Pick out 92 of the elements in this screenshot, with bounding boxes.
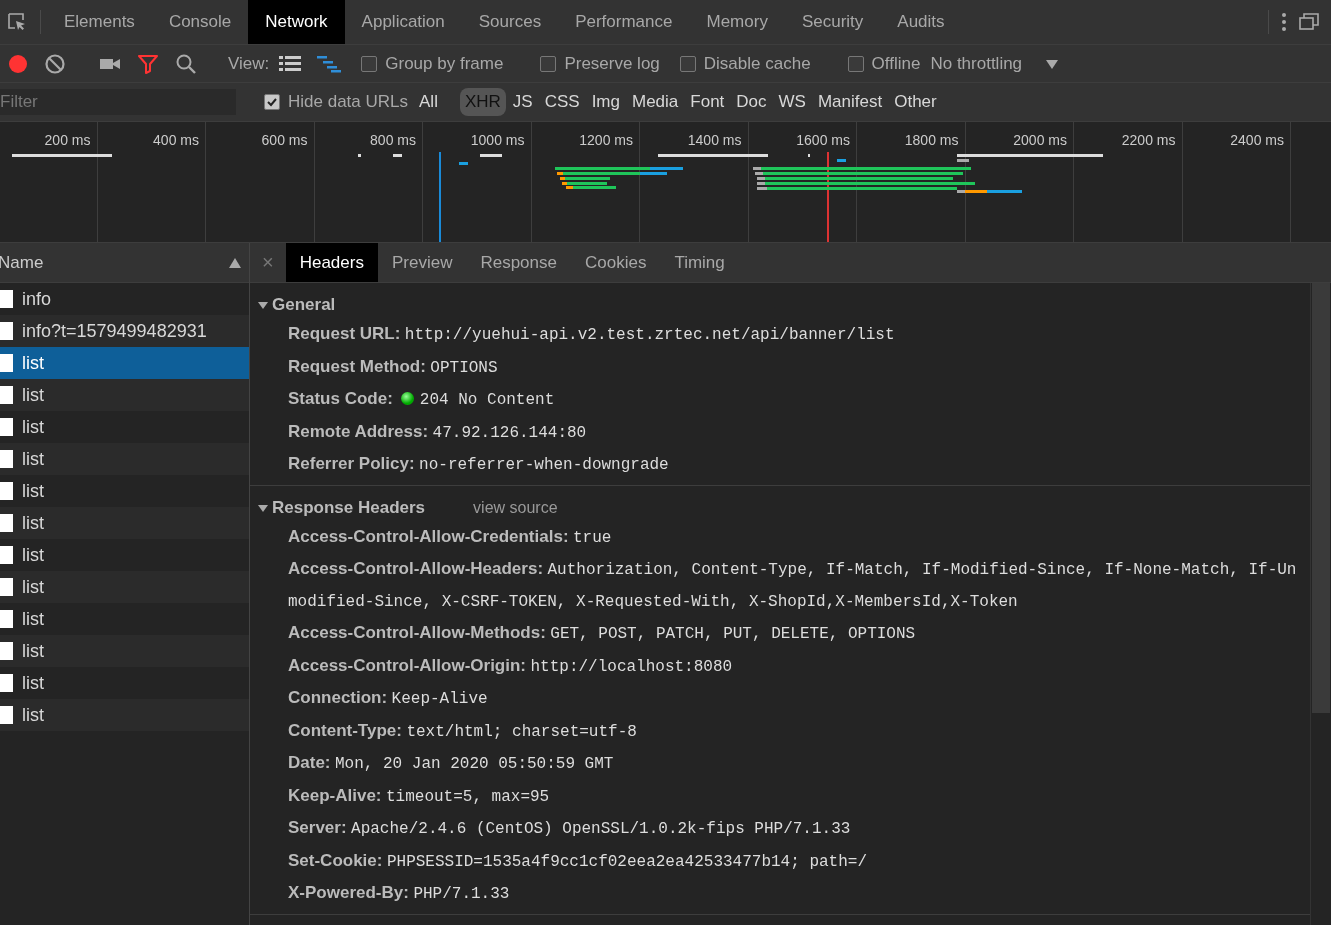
scrollbar[interactable] (1310, 283, 1331, 925)
file-icon (0, 322, 13, 340)
panel-tab[interactable]: Memory (689, 0, 785, 44)
file-icon (0, 418, 13, 436)
checkmark-icon (266, 96, 278, 108)
panel-tab[interactable]: Network (248, 0, 345, 44)
resource-type-filter[interactable]: Manifest (812, 88, 888, 116)
time-tick-label: 1200 ms (579, 132, 633, 150)
filter-field[interactable]: Filter (0, 89, 236, 115)
time-tick-label: 2400 ms (1230, 132, 1284, 150)
panel-tab[interactable]: Performance (558, 0, 690, 44)
resource-type-filter[interactable]: Doc (731, 88, 772, 116)
header-field: Keep-Alive: timeout=5, max=95 (258, 779, 1310, 812)
file-icon (0, 642, 13, 660)
time-tick-label: 600 ms (261, 132, 308, 150)
detail-tab[interactable]: Preview (377, 243, 467, 282)
header-field: Content-Type: text/html; charset=utf-8 (258, 714, 1310, 747)
expanded-triangle-icon[interactable] (258, 502, 268, 513)
time-tick-label: 2000 ms (1013, 132, 1067, 150)
time-tick-label: 1800 ms (904, 132, 959, 150)
file-icon (0, 482, 13, 500)
request-row[interactable]: list (0, 347, 249, 379)
panel-tab[interactable]: Console (151, 0, 249, 44)
resource-type-filter[interactable]: CSS (539, 88, 585, 116)
time-tick-label: 1600 ms (796, 132, 850, 150)
throttling-dropdown[interactable]: No throttling (930, 53, 1023, 74)
panel-tab[interactable]: Elements (47, 0, 152, 44)
header-field: Referrer Policy: no-referrer-when-downgrade (258, 448, 1310, 481)
expanded-triangle-icon[interactable] (258, 300, 268, 310)
header-field: X-Powered-By: PHP/7.1.33 (258, 877, 1310, 910)
resource-type-filter[interactable]: All (414, 88, 443, 116)
request-row[interactable]: list (0, 571, 249, 603)
file-icon (0, 354, 13, 372)
request-row[interactable]: list (0, 507, 249, 539)
panel-tab[interactable]: Application (344, 0, 462, 44)
request-row[interactable]: list (0, 443, 249, 475)
sort-ascending-icon[interactable] (229, 257, 241, 268)
resource-type-filter[interactable]: Media (627, 88, 684, 116)
section-title[interactable]: General (272, 295, 336, 315)
view-source-link[interactable]: view source (473, 498, 558, 517)
request-row[interactable]: list (0, 699, 249, 731)
detail-tab[interactable]: Timing (660, 243, 739, 282)
request-row[interactable]: list (0, 379, 249, 411)
time-tick-label: 1000 ms (470, 132, 525, 150)
header-field: Request URL: http://yuehui-api.v2.test.zrtec.net/api/banner/list (258, 318, 1310, 351)
time-tick-label: 400 ms (153, 132, 199, 150)
file-icon (0, 674, 13, 692)
header-field: Set-Cookie: PHPSESSID=1535a4f9cc1cf02eea2ea42533477b14; path=/ (258, 844, 1310, 877)
header-field: Request Method: OPTIONS (258, 350, 1310, 383)
panel-tab[interactable]: Audits (880, 0, 962, 44)
status-dot-icon (400, 392, 414, 405)
header-field: Connection: Keep-Alive (258, 682, 1310, 715)
file-icon (0, 514, 13, 532)
time-tick-label: 800 ms (370, 132, 416, 150)
header-field: Access-Control-Allow-Methods: GET, POST, PATCH, PUT, DELETE, OPTIONS (258, 617, 1310, 650)
header-field: Access-Control-Allow-Origin: http://localhost:8080 (258, 649, 1310, 682)
section-title[interactable]: Response Headers (272, 497, 426, 518)
option-checkbox[interactable]: Group by frame (361, 53, 504, 74)
panel-tab[interactable]: Sources (461, 0, 559, 44)
request-row[interactable]: info?t=1579499482931 (0, 315, 249, 347)
file-icon (0, 290, 13, 308)
view-label: View: (228, 53, 270, 74)
time-tick-label: 2200 ms (1121, 132, 1176, 150)
time-tick-label: 200 ms (44, 132, 91, 150)
option-checkbox[interactable]: Disable cache (679, 53, 811, 74)
detail-tab[interactable]: Cookies (571, 243, 661, 282)
file-icon (0, 610, 13, 628)
file-icon (0, 450, 13, 468)
header-field: Status Code: 204 No Content (258, 383, 1310, 416)
resource-type-filter[interactable]: Img (586, 88, 625, 116)
header-field: Date: Mon, 20 Jan 2020 05:50:59 GMT (258, 747, 1310, 780)
header-field: Access-Control-Allow-Headers: Authorization, Content-Type, If-Match, If-Modified-Since, If-None-Match, If-Unmodified-Since, X-CSRF-TOKEN, X-Requested-With, X-ShopId,X-MembersId,X-Token (258, 553, 1310, 617)
file-icon (0, 578, 13, 596)
header-field: Access-Control-Allow-Credentials: true (258, 520, 1310, 553)
panel-tab[interactable]: Security (784, 0, 881, 44)
option-checkbox[interactable]: Offline (847, 53, 921, 74)
header-field: Remote Address: 47.92.126.144:80 (258, 415, 1310, 448)
file-icon (0, 386, 13, 404)
request-row[interactable]: list (0, 635, 249, 667)
header-field: Server: Apache/2.4.6 (CentOS) OpenSSL/1.0.2k-fips PHP/7.1.33 (258, 812, 1310, 845)
resource-type-filter[interactable]: WS (773, 88, 811, 116)
resource-type-filter[interactable]: Other (889, 88, 942, 116)
resource-type-filter[interactable]: Font (685, 88, 730, 116)
hide-data-urls-checkbox[interactable]: Hide data URLs (264, 92, 408, 112)
resource-type-filter[interactable]: JS (507, 88, 538, 116)
name-column-header[interactable]: Name (0, 252, 44, 273)
file-icon (0, 706, 13, 724)
file-icon (0, 546, 13, 564)
detail-tab[interactable]: Response (466, 243, 571, 282)
time-tick-label: 1400 ms (687, 132, 742, 150)
detail-tab[interactable]: Headers (285, 243, 378, 282)
option-checkbox[interactable]: Preserve log (540, 53, 660, 74)
